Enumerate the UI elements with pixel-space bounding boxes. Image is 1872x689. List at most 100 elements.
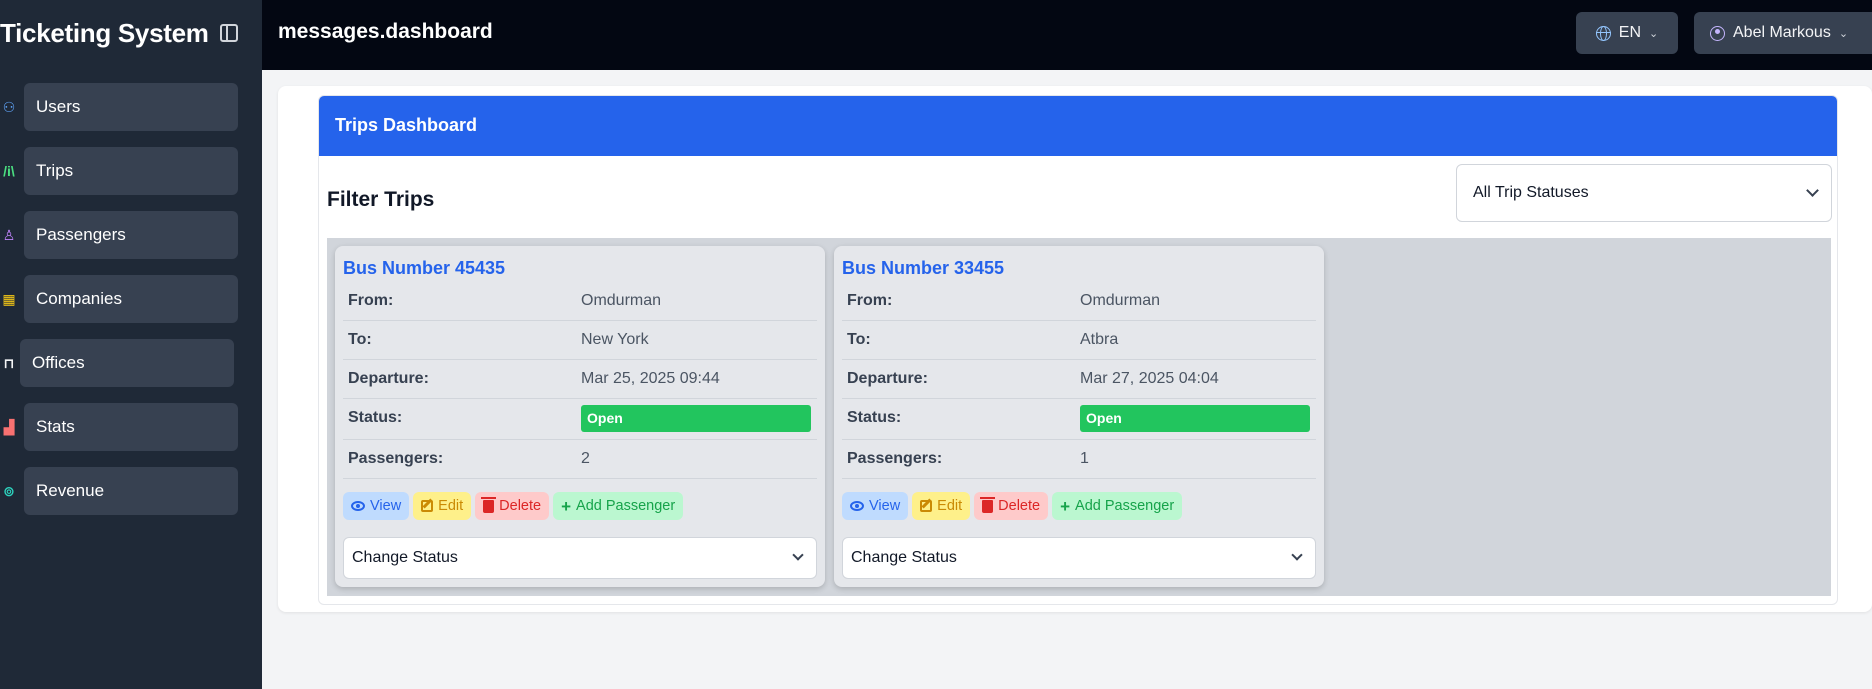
bar-chart-icon: ▟ xyxy=(3,418,15,435)
from-label: From: xyxy=(847,292,893,309)
trip-row-to: To: Atbra xyxy=(842,321,1316,360)
view-label: View xyxy=(370,498,402,514)
change-status-label: Change Status xyxy=(851,549,957,566)
departure-value: Mar 25, 2025 09:44 xyxy=(581,370,720,387)
passengers-value: 2 xyxy=(581,450,590,467)
globe-icon xyxy=(1595,25,1611,41)
trip-row-passengers: Passengers: 1 xyxy=(842,440,1316,479)
plus-icon: + xyxy=(1060,496,1071,516)
users-icon: ⚇ xyxy=(2,98,16,115)
language-label: EN xyxy=(1618,24,1641,41)
money-icon: ⊚ xyxy=(3,482,15,499)
trip-row-departure: Departure: Mar 27, 2025 04:04 xyxy=(842,360,1316,399)
sidebar-item-offices[interactable]: ⊓ Offices xyxy=(0,339,240,387)
sidebar-item-label[interactable]: Users xyxy=(24,83,238,131)
passengers-label: Passengers: xyxy=(348,450,444,467)
from-label: From: xyxy=(348,292,394,309)
change-status-select[interactable]: Change Status xyxy=(842,537,1316,579)
user-menu-dropdown[interactable]: Abel Markous ⌄ xyxy=(1694,12,1872,54)
status-badge: Open xyxy=(581,405,811,432)
filter-title: Filter Trips xyxy=(327,188,435,211)
trip-row-status: Status: Open xyxy=(343,399,817,440)
eye-icon xyxy=(351,501,365,511)
sidebar-item-label[interactable]: Trips xyxy=(24,147,238,195)
delete-label: Delete xyxy=(998,498,1041,514)
from-value: Omdurman xyxy=(581,292,662,309)
trips-dashboard-card: Trips Dashboard Filter Trips All Trip St… xyxy=(318,95,1838,605)
trip-row-from: From: Omdurman xyxy=(842,282,1316,321)
sidebar-item-label[interactable]: Offices xyxy=(20,339,234,387)
chevron-down-icon xyxy=(1291,549,1303,561)
sidebar-item-label[interactable]: Passengers xyxy=(24,211,238,259)
sidebar-item-passengers[interactable]: ♙ Passengers xyxy=(0,211,240,259)
sidebar-item-companies[interactable]: ▦ Companies xyxy=(0,275,240,323)
delete-label: Delete xyxy=(499,498,542,514)
language-dropdown[interactable]: EN ⌄ xyxy=(1576,12,1678,54)
to-label: To: xyxy=(348,331,372,348)
brand-title: Ticketing System xyxy=(0,18,209,48)
change-status-label: Change Status xyxy=(352,549,458,566)
dashboard-title: Trips Dashboard xyxy=(335,115,478,135)
edit-label: Edit xyxy=(937,498,963,514)
add-passenger-button[interactable]: + Add Passenger xyxy=(1052,492,1183,520)
trash-icon xyxy=(980,496,996,513)
edit-label: Edit xyxy=(438,498,464,514)
dashboard-header: Trips Dashboard xyxy=(319,96,1837,156)
chevron-down-icon xyxy=(792,549,804,561)
store-icon: ⊓ xyxy=(3,354,15,371)
edit-button[interactable]: Edit xyxy=(413,492,472,520)
trip-status-filter-value: All Trip Statuses xyxy=(1473,184,1589,201)
departure-label: Departure: xyxy=(348,370,429,387)
sidebar-item-users[interactable]: ⚇ Users xyxy=(0,83,240,131)
view-button[interactable]: View xyxy=(343,492,410,520)
status-badge: Open xyxy=(1080,405,1310,432)
edit-button[interactable]: Edit xyxy=(912,492,971,520)
sidebar-item-revenue[interactable]: ⊚ Revenue xyxy=(0,467,240,515)
sidebar-toggle-icon[interactable] xyxy=(220,24,238,42)
road-icon: /i\ xyxy=(3,163,15,179)
user-name: Abel Markous xyxy=(1733,24,1831,41)
trip-row-departure: Departure: Mar 25, 2025 09:44 xyxy=(343,360,817,399)
delete-button[interactable]: Delete xyxy=(475,492,550,520)
to-label: To: xyxy=(847,331,871,348)
eye-icon xyxy=(850,501,864,511)
trip-row-status: Status: Open xyxy=(842,399,1316,440)
trip-title: Bus Number 33455 xyxy=(842,258,1005,278)
view-button[interactable]: View xyxy=(842,492,909,520)
trip-row-passengers: Passengers: 2 xyxy=(343,440,817,479)
passengers-value: 1 xyxy=(1080,450,1089,467)
trip-card: Bus Number 33455 From: Omdurman To: Atbr… xyxy=(834,246,1324,587)
status-label: Status: xyxy=(847,409,902,426)
departure-label: Departure: xyxy=(847,370,928,387)
plus-icon: + xyxy=(561,496,572,516)
sidebar-item-label[interactable]: Companies xyxy=(24,275,238,323)
sidebar-item-label[interactable]: Stats xyxy=(24,403,238,451)
status-label: Status: xyxy=(348,409,403,426)
page-title: messages.dashboard xyxy=(278,20,493,43)
trip-row-from: From: Omdurman xyxy=(343,282,817,321)
trip-status-filter-select[interactable]: All Trip Statuses xyxy=(1456,164,1832,222)
trips-grid: Bus Number 45435 From: Omdurman To: New … xyxy=(327,238,1831,596)
edit-icon xyxy=(421,500,434,512)
trip-actions: View Edit Delete + Add Passenger xyxy=(842,492,1183,520)
sidebar-item-stats[interactable]: ▟ Stats xyxy=(0,403,240,451)
building-icon: ▦ xyxy=(2,290,16,307)
trip-row-to: To: New York xyxy=(343,321,817,360)
sidebar-item-label[interactable]: Revenue xyxy=(24,467,238,515)
view-label: View xyxy=(869,498,901,514)
user-icon: ♙ xyxy=(2,226,16,243)
change-status-select[interactable]: Change Status xyxy=(343,537,817,579)
trip-actions: View Edit Delete + Add Passenger xyxy=(343,492,684,520)
departure-value: Mar 27, 2025 04:04 xyxy=(1080,370,1219,387)
sidebar: Ticketing System ⚇ Users /i\ Trips ♙ Pas… xyxy=(0,0,262,689)
user-circle-icon xyxy=(1710,25,1725,41)
edit-icon xyxy=(920,500,933,512)
from-value: Omdurman xyxy=(1080,292,1161,309)
topbar: messages.dashboard EN ⌄ Abel Markous ⌄ xyxy=(262,0,1872,70)
to-value: New York xyxy=(581,331,649,348)
trash-icon xyxy=(481,496,497,513)
sidebar-item-trips[interactable]: /i\ Trips xyxy=(0,147,240,195)
add-passenger-button[interactable]: + Add Passenger xyxy=(553,492,684,520)
trip-card: Bus Number 45435 From: Omdurman To: New … xyxy=(335,246,825,587)
delete-button[interactable]: Delete xyxy=(974,492,1049,520)
